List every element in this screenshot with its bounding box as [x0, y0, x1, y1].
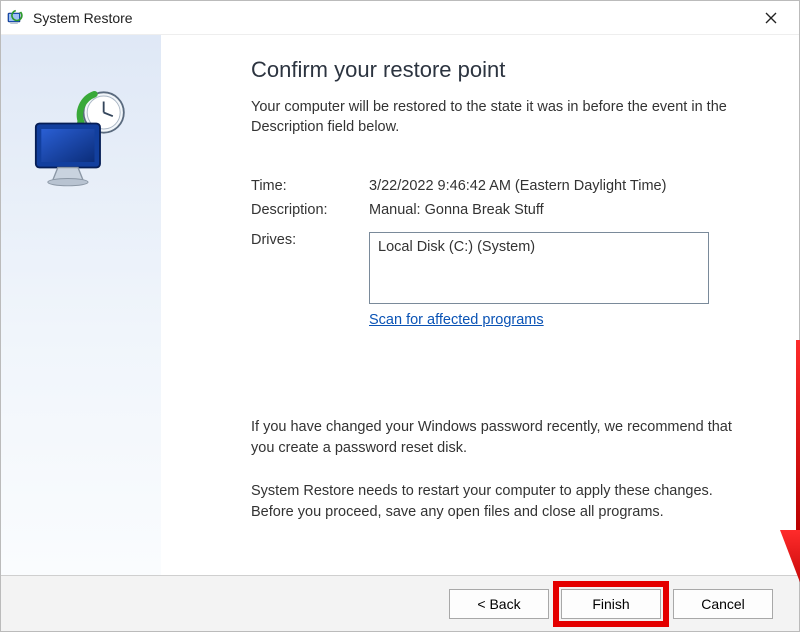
drives-listbox[interactable]: Local Disk (C:) (System) — [369, 232, 709, 304]
intro-text: Your computer will be restored to the st… — [251, 97, 739, 138]
cancel-button[interactable]: Cancel — [673, 589, 773, 619]
notes-area: If you have changed your Windows passwor… — [251, 417, 739, 545]
body-area: Confirm your restore point Your computer… — [1, 35, 799, 575]
time-value: 3/22/2022 9:46:42 AM (Eastern Daylight T… — [369, 178, 739, 194]
annotation-arrow-icon — [776, 340, 800, 600]
system-restore-icon — [7, 9, 25, 27]
description-row: Description: Manual: Gonna Break Stuff — [251, 202, 739, 218]
wizard-sidebar — [1, 35, 161, 575]
time-label: Time: — [251, 178, 369, 194]
scan-affected-programs-link[interactable]: Scan for affected programs — [369, 312, 544, 328]
page-heading: Confirm your restore point — [251, 57, 739, 83]
description-value: Manual: Gonna Break Stuff — [369, 202, 739, 218]
time-row: Time: 3/22/2022 9:46:42 AM (Eastern Dayl… — [251, 178, 739, 194]
system-restore-wizard-icon — [23, 85, 133, 195]
restart-note-text: System Restore needs to restart your com… — [251, 481, 739, 523]
back-button[interactable]: < Back — [449, 589, 549, 619]
close-icon — [765, 12, 777, 24]
finish-button[interactable]: Finish — [561, 589, 661, 619]
wizard-footer: < Back Finish Cancel — [1, 575, 799, 631]
drives-row: Drives: Local Disk (C:) (System) — [251, 232, 739, 304]
drives-label: Drives: — [251, 232, 369, 304]
system-restore-window: System Restore — [0, 0, 800, 632]
content-area: Confirm your restore point Your computer… — [161, 35, 799, 575]
password-note-text: If you have changed your Windows passwor… — [251, 417, 739, 459]
titlebar: System Restore — [1, 1, 799, 35]
close-button[interactable] — [749, 3, 793, 33]
restore-point-details: Time: 3/22/2022 9:46:42 AM (Eastern Dayl… — [251, 178, 739, 328]
window-title: System Restore — [33, 10, 749, 26]
annotation-finish-highlight: Finish — [561, 589, 661, 619]
description-label: Description: — [251, 202, 369, 218]
scan-link-row: Scan for affected programs — [369, 312, 739, 328]
